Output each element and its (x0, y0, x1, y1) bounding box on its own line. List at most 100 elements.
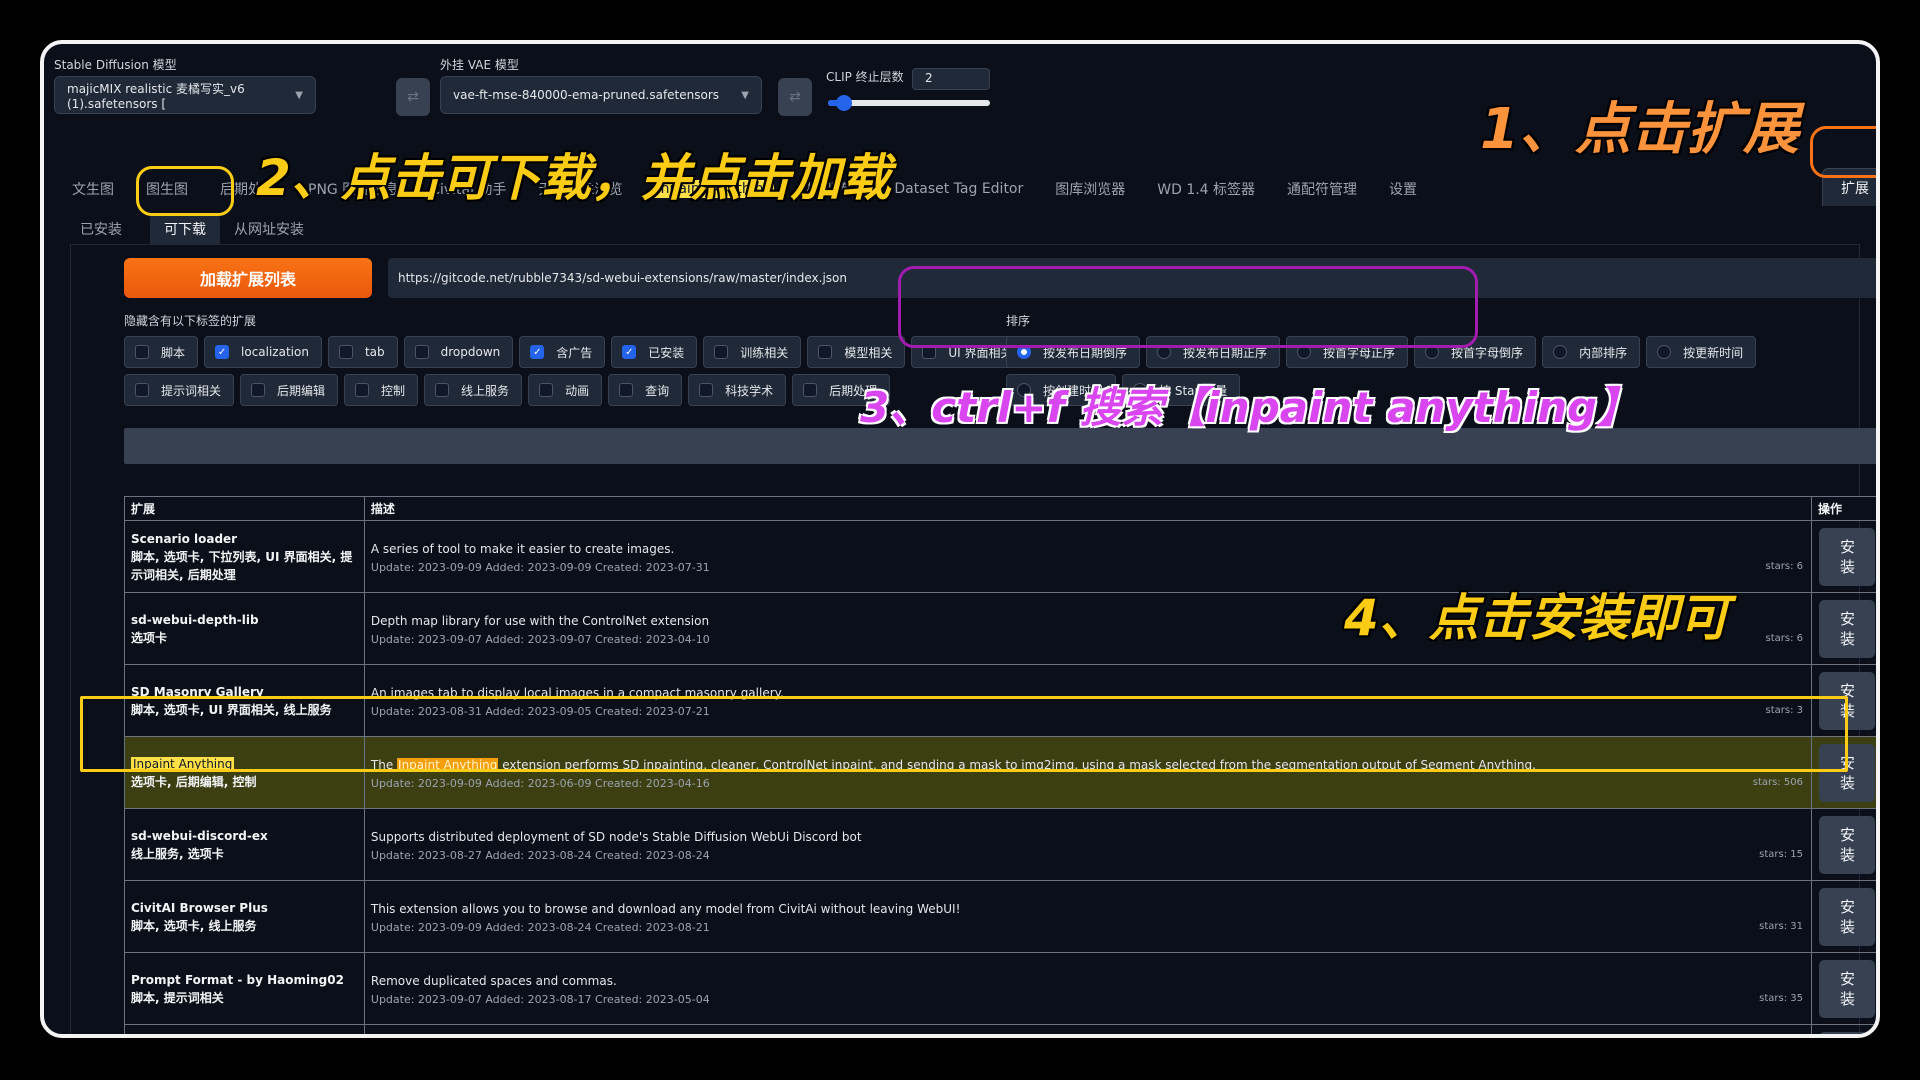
clip-slider[interactable] (828, 95, 990, 111)
checkbox-icon[interactable] (714, 345, 729, 359)
refresh-icon[interactable]: ⇄ (396, 78, 430, 116)
hide-tag-chip[interactable]: ✓ localization (204, 336, 322, 368)
extension-stars: stars: 15 (1759, 849, 1803, 860)
hide-tag-label: dropdown (440, 345, 501, 359)
tab-wildcards-manager[interactable]: 通配符管理 (1287, 179, 1357, 199)
tab-dataset-tag-editor[interactable]: Dataset Tag Editor (894, 181, 1023, 197)
checkbox-icon[interactable] (539, 383, 554, 397)
vae-select[interactable]: vae-ft-mse-840000-ema-pruned.safetensors… (440, 76, 762, 114)
checkbox-icon[interactable] (338, 345, 353, 359)
chevron-down-icon: ▼ (295, 89, 303, 101)
install-button[interactable]: 安装 (1819, 599, 1876, 658)
extension-name[interactable]: sd-webui-depth-lib (131, 611, 358, 629)
extension-cell: sd-webui-depth-lib 选项卡 (124, 592, 365, 665)
checkbox-icon[interactable] (135, 345, 149, 359)
extension-name[interactable]: CivitAI Browser Plus (131, 899, 358, 917)
install-button[interactable]: 安装 (1819, 887, 1876, 946)
hide-tag-chip[interactable]: 脚本 (124, 336, 199, 368)
hide-tag-label: 科技学术 (725, 383, 774, 398)
extension-name[interactable]: sd-webui-discord-ex (131, 827, 358, 845)
hide-tag-label: 动画 (565, 383, 590, 398)
install-button[interactable]: 安装 (1819, 815, 1876, 874)
action-cell: 安装 (1810, 1024, 1876, 1034)
hide-tag-chip[interactable]: 提示词相关 (124, 374, 235, 406)
chevron-down-icon: ▼ (741, 89, 749, 101)
extension-tags: 脚本, 提示词相关 (131, 990, 224, 1005)
radio-icon[interactable] (1657, 345, 1672, 359)
checkbox-icon[interactable] (135, 383, 149, 397)
annotation-ring-extensions-tab (1810, 126, 1876, 178)
checkbox-checked-icon[interactable]: ✓ (530, 345, 545, 359)
radio-icon[interactable] (1553, 345, 1568, 359)
column-header-extension: 扩展 (124, 496, 365, 521)
hide-tag-chip[interactable]: dropdown (403, 336, 514, 368)
clip-slider-handle[interactable] (836, 95, 852, 111)
sort-option-chip[interactable]: 按更新时间 (1646, 336, 1757, 368)
install-button[interactable]: 安装 (1819, 527, 1876, 586)
checkbox-icon[interactable] (251, 383, 266, 397)
hide-tag-chip[interactable]: 训练相关 (703, 336, 802, 368)
hide-tag-chip[interactable]: 科技学术 (688, 374, 787, 406)
checkbox-icon[interactable] (414, 345, 429, 359)
tab-txt2img[interactable]: 文生图 (72, 179, 114, 199)
hide-tag-label: 已安装 (648, 345, 685, 360)
extension-dates: Update: 2023-09-09 Added: 2023-06-09 Cre… (370, 776, 710, 790)
tab-image-browser[interactable]: 图库浏览器 (1055, 179, 1125, 199)
extension-dates: Update: 2023-08-27 Added: 2023-08-24 Cre… (370, 848, 710, 862)
extension-cell: FABRIC脚本, 控制 (124, 1024, 365, 1034)
clip-number-input[interactable]: 2 (912, 68, 990, 90)
subtab-installed[interactable]: 已安装 (80, 219, 122, 239)
hide-tag-label: 提示词相关 (161, 383, 222, 398)
vae-label: 外挂 VAE 模型 (440, 58, 519, 72)
hide-tag-label: 查询 (645, 383, 670, 398)
hide-tag-label: 模型相关 (844, 345, 893, 360)
subtab-install-from-url[interactable]: 从网址安装 (234, 219, 304, 239)
checkbox-icon[interactable] (803, 383, 818, 397)
extension-name[interactable]: Prompt Format - by Haoming02 (131, 971, 358, 989)
install-button[interactable]: 安装 (1819, 1031, 1876, 1034)
annotation-ring-inpaint-row (80, 696, 1848, 772)
extension-dates: Update: 2023-09-07 Added: 2023-08-17 Cre… (370, 992, 710, 1006)
extension-stars: stars: 35 (1759, 993, 1803, 1004)
hide-tag-chip[interactable]: ✓ 含广告 (519, 336, 606, 368)
checkbox-icon[interactable] (355, 383, 370, 397)
hide-tag-chip[interactable]: 线上服务 (424, 374, 523, 406)
hide-tag-label: 训练相关 (740, 345, 789, 360)
hide-tag-chip[interactable]: tab (327, 336, 398, 368)
extension-tags: 选项卡, 后期编辑, 控制 (131, 774, 257, 789)
annotation-ring-sort (898, 266, 1478, 348)
action-cell: 安装 (1810, 808, 1876, 881)
sd-model-select[interactable]: majicMIX realistic 麦橘写实_v6 (1).safetenso… (54, 76, 316, 114)
subtab-available[interactable]: 可下载 (150, 213, 220, 245)
hide-tag-chip[interactable]: 后期编辑 (240, 374, 339, 406)
extension-dates: Update: 2023-09-09 Added: 2023-08-24 Cre… (370, 920, 710, 934)
hide-tag-chip[interactable]: 查询 (608, 374, 683, 406)
checkbox-icon[interactable] (818, 345, 833, 359)
annotation-step-1: 1、点击扩展 (1480, 97, 1799, 162)
hide-tag-chip[interactable]: 动画 (528, 374, 603, 406)
hide-tag-chip[interactable]: 控制 (344, 374, 419, 406)
table-row: Prompt Format - by Haoming02 脚本, 提示词相关 Rem… (124, 952, 1876, 1025)
extension-tags: 线上服务, 选项卡 (131, 846, 224, 861)
action-cell: 安装 (1810, 592, 1876, 665)
hide-tags-row-1: 脚本 ✓ localization tab dropdown ✓ 含广告 ✓ 已安装 训练相关 模型… (124, 336, 1031, 368)
tab-settings[interactable]: 设置 (1389, 179, 1417, 199)
checkbox-icon[interactable] (435, 383, 450, 397)
load-extension-list-button[interactable]: 加载扩展列表 (124, 258, 372, 298)
tab-wd14-tagger[interactable]: WD 1.4 标签器 (1157, 179, 1255, 199)
extension-tags: 脚本, 选项卡, 下拉列表, UI 界面相关, 提示词相关, 后期处理 (131, 549, 353, 582)
install-button[interactable]: 安装 (1819, 959, 1876, 1018)
checkbox-icon[interactable] (699, 383, 714, 397)
sd-model-label: Stable Diffusion 模型 (54, 58, 177, 72)
action-cell: 安装 (1810, 952, 1876, 1025)
sort-option-chip[interactable]: 内部排序 (1542, 336, 1641, 368)
hide-tag-chip[interactable]: ✓ 已安装 (611, 336, 698, 368)
hide-tag-chip[interactable]: 模型相关 (807, 336, 906, 368)
checkbox-icon[interactable] (619, 383, 634, 397)
checkbox-checked-icon[interactable]: ✓ (622, 345, 637, 359)
description-cell: Personalizing Diffusion Models with Iter… (363, 1024, 1812, 1034)
extension-name[interactable]: Scenario loader (131, 530, 358, 548)
extension-cell: Scenario loader 脚本, 选项卡, 下拉列表, UI 界面相关, 提… (124, 520, 365, 593)
refresh-icon[interactable]: ⇄ (778, 78, 812, 116)
checkbox-checked-icon[interactable]: ✓ (215, 345, 230, 359)
